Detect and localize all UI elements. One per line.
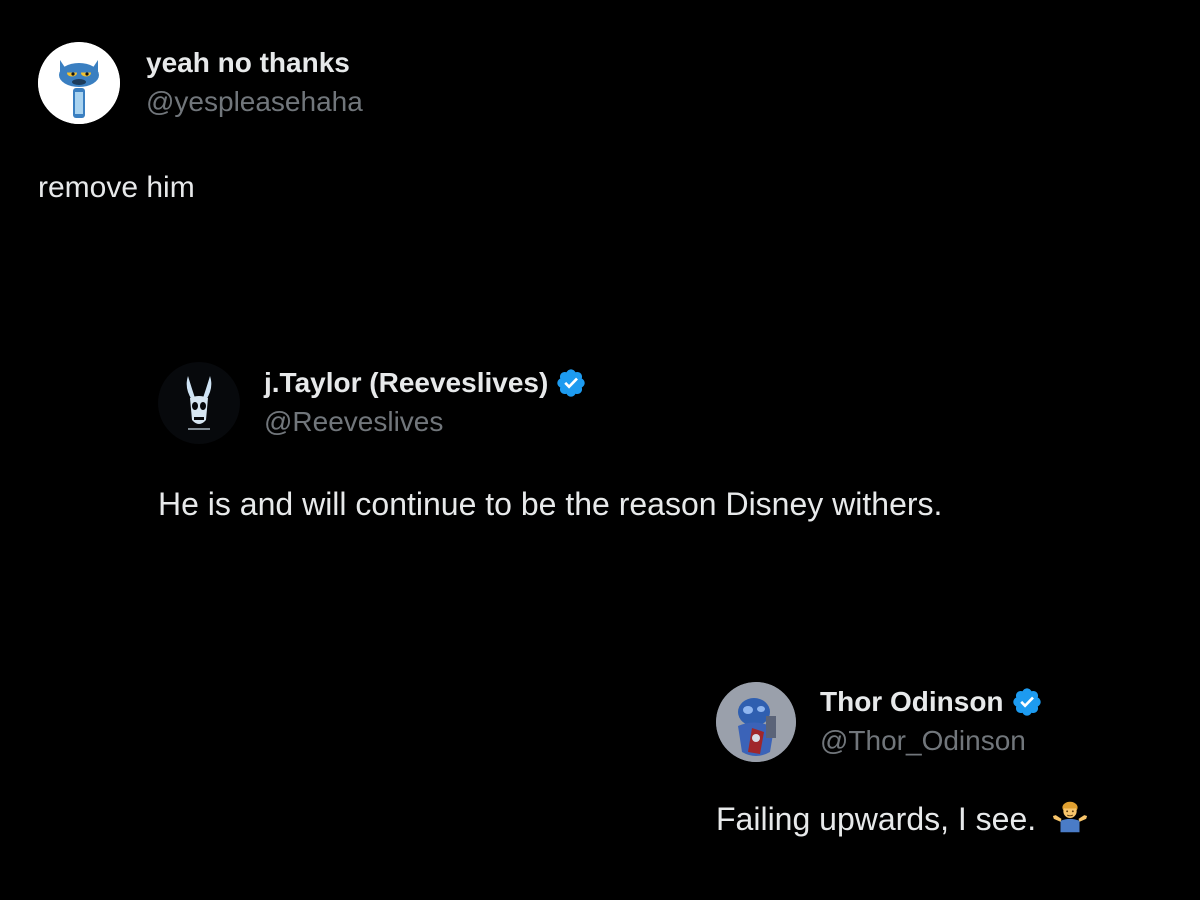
tweet-header: yeah no thanks @yespleasehaha xyxy=(38,42,363,124)
display-name[interactable]: j.Taylor (Reeveslives) xyxy=(264,366,587,400)
display-name-text[interactable]: yeah no thanks xyxy=(146,46,350,80)
display-name-text[interactable]: j.Taylor (Reeveslives) xyxy=(264,366,548,400)
tweet-text: Failing upwards, I see. xyxy=(716,798,1089,839)
verified-badge-icon xyxy=(1012,688,1041,716)
man-shrugging-emoji-icon xyxy=(1052,801,1088,833)
user-handle[interactable]: @Thor_Odinson xyxy=(820,723,1043,759)
cartoon-cat-avatar-icon[interactable] xyxy=(38,42,120,124)
user-info: yeah no thanks @yespleasehaha xyxy=(146,46,363,120)
tweet-thor-odinson[interactable]: Thor Odinson @Thor_Odinson Failing upwar… xyxy=(716,682,1089,839)
display-name[interactable]: yeah no thanks xyxy=(146,46,363,80)
user-info: Thor Odinson @Thor_Odinson xyxy=(820,685,1043,759)
user-handle[interactable]: @Reeveslives xyxy=(264,404,587,440)
display-name-text[interactable]: Thor Odinson xyxy=(820,685,1004,719)
tweet-text: remove him xyxy=(38,171,195,204)
bunny-skull-avatar-icon[interactable] xyxy=(158,362,240,444)
tweet-header: j.Taylor (Reeveslives) @Reeveslives xyxy=(158,362,942,444)
tweet-header: Thor Odinson @Thor_Odinson xyxy=(716,682,1089,762)
tweet-yespleasehaha[interactable]: yeah no thanks @yespleasehaha remove him xyxy=(38,42,363,208)
user-handle[interactable]: @yespleasehaha xyxy=(146,84,363,120)
tweet-reeveslives[interactable]: j.Taylor (Reeveslives) @Reeveslives He i… xyxy=(158,362,942,524)
tweet-text-content: Failing upwards, I see. xyxy=(716,801,1037,837)
user-info: j.Taylor (Reeveslives) @Reeveslives xyxy=(264,366,587,440)
verified-badge-icon xyxy=(557,369,585,397)
armored-hero-avatar-icon[interactable] xyxy=(716,682,796,762)
tweet-text: He is and will continue to be the reason… xyxy=(158,486,943,522)
display-name[interactable]: Thor Odinson xyxy=(820,685,1043,719)
